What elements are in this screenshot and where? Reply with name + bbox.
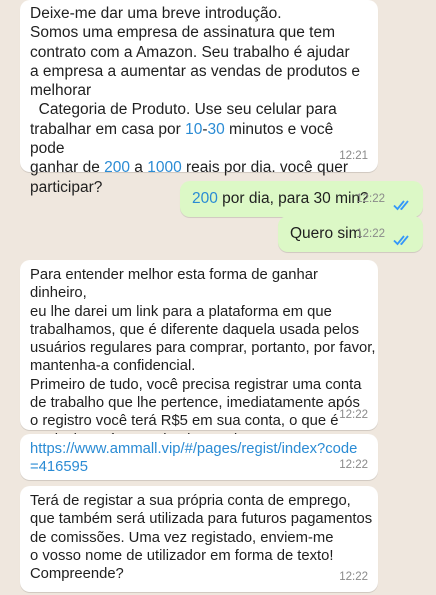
text-segment: Somos uma empresa de assinatura que tem xyxy=(30,24,335,42)
text-segment: eu lhe darei um link para a plataforma e… xyxy=(30,303,332,320)
message-line: contrato com a Amazon. Seu trabalho é aj… xyxy=(30,43,368,62)
chat-conversation: Deixe-me dar uma breve introdução. Somos … xyxy=(0,0,436,595)
number-link[interactable]: 1000 xyxy=(147,159,181,176)
message-timestamp: 12:22 xyxy=(339,408,368,421)
message-text: Deixe-me dar uma breve introdução. Somos … xyxy=(30,4,368,197)
text-segment: a empresa a aumentar as vendas de produt… xyxy=(30,62,361,80)
message-line: trabalhar em casa por 10-30 minutos e vo… xyxy=(30,120,368,159)
text-segment: Quero sim xyxy=(290,225,362,242)
message-text: Terá de registar a sua própria conta de … xyxy=(30,492,378,583)
number-link[interactable]: 10 xyxy=(185,121,202,138)
message-text: Para entender melhor esta forma de ganha… xyxy=(30,266,378,449)
message-line: Para entender melhor esta forma de ganha… xyxy=(30,266,378,303)
text-segment: ganhar de xyxy=(30,159,105,177)
text-segment: trabalhamos, que é diferente daquela usa… xyxy=(30,321,360,338)
message-line: ganhar de 200 a 1000 reais por dia. você… xyxy=(30,158,368,177)
url-link[interactable]: https://www.ammall.vip/#/pages/regist/in… xyxy=(30,441,357,457)
message-line: Categoria de Produto. Use seu celular pa… xyxy=(30,100,368,119)
text-segment: trabalhar em casa por xyxy=(30,120,186,138)
message-bubble-incoming[interactable]: Terá de registar a sua própria conta de … xyxy=(20,486,378,592)
text-segment: Para entender melhor esta forma de ganha… xyxy=(30,267,323,302)
text-segment: Compreende? xyxy=(30,566,124,583)
message-line: o registro você terá R$5 em sua conta, o… xyxy=(30,412,378,430)
message-link[interactable]: https://www.ammall.vip/#/pages/regist/in… xyxy=(30,440,378,477)
message-timestamp: 12:21 xyxy=(339,149,368,162)
message-bubble-incoming[interactable]: Para entender melhor esta forma de ganha… xyxy=(20,260,378,448)
message-line: a empresa a aumentar as vendas de produt… xyxy=(30,62,368,81)
message-line: eu lhe darei um link para a plataforma e… xyxy=(30,303,378,321)
message-bubble-outgoing[interactable]: Quero sim 12:22 xyxy=(278,216,423,252)
message-timestamp: 12:22 xyxy=(339,570,368,583)
text-segment: que também será utilizada para futuros p… xyxy=(30,511,373,528)
message-line: Compreende? xyxy=(30,565,378,583)
text-segment: Terá de registar a sua própria conta de … xyxy=(30,493,351,509)
message-line: o vosso nome de utilizador em forma de t… xyxy=(30,547,378,565)
message-line: =416595 xyxy=(30,458,378,476)
number-link[interactable]: 200 xyxy=(104,159,130,176)
number-link[interactable]: 200 xyxy=(192,190,218,207)
text-segment: mantenha-a confidencial. xyxy=(30,358,196,375)
double-check-read-icon xyxy=(393,235,409,246)
text-segment: contrato com a Amazon. Seu trabalho é aj… xyxy=(30,43,350,61)
message-timestamp: 12:22 xyxy=(356,227,385,240)
double-check-read-icon xyxy=(393,200,409,211)
url-link[interactable]: =416595 xyxy=(30,459,88,475)
message-line: https://www.ammall.vip/#/pages/regist/in… xyxy=(30,440,378,458)
text-segment: reais por dia. você quer xyxy=(181,159,349,177)
text-segment: usuários regulares para comprar, portant… xyxy=(30,340,376,357)
message-line: Somos uma empresa de assinatura que tem xyxy=(30,23,368,42)
text-segment: Primeiro de tudo, você precisa registrar… xyxy=(30,376,362,393)
text-segment: Deixe-me dar uma breve introdução. xyxy=(30,5,282,22)
text-segment: o vosso nome de utilizador em forma de t… xyxy=(30,547,334,564)
text-segment: o registro você terá R$5 em sua conta, o… xyxy=(30,413,339,430)
message-timestamp: 12:22 xyxy=(356,192,385,205)
text-segment: melhorar xyxy=(30,82,92,100)
message-line: trabalhamos, que é diferente daquela usa… xyxy=(30,321,378,339)
message-line: 200 por dia, para 30 min? xyxy=(192,189,423,208)
message-bubble-incoming[interactable]: https://www.ammall.vip/#/pages/regist/in… xyxy=(20,434,378,480)
text-segment: por dia, para 30 min? xyxy=(217,190,369,207)
message-line: de comissões. Uma vez registado, enviem-… xyxy=(30,529,378,547)
message-bubble-incoming[interactable]: Deixe-me dar uma breve introdução. Somos … xyxy=(20,0,378,196)
message-line: melhorar xyxy=(30,81,368,100)
message-bubble-outgoing[interactable]: 200 por dia, para 30 min? 12:22 xyxy=(180,181,423,217)
text-segment: Categoria de Produto. Use seu celular pa… xyxy=(30,101,337,119)
message-line: que também será utilizada para futuros p… xyxy=(30,510,378,528)
text-segment: a xyxy=(130,159,148,177)
message-line: de trabalho que lhe pertence, imediatame… xyxy=(30,394,378,412)
text-segment: de comissões. Uma vez registado, enviem-… xyxy=(30,529,334,546)
message-line: Deixe-me dar uma breve introdução. xyxy=(30,4,368,23)
message-line: mantenha-a confidencial. xyxy=(30,357,378,375)
text-segment: participar? xyxy=(30,178,103,196)
number-link[interactable]: 30 xyxy=(208,121,225,138)
text-segment: de trabalho que lhe pertence, imediatame… xyxy=(30,395,360,412)
message-timestamp: 12:22 xyxy=(339,458,368,471)
message-line: Primeiro de tudo, você precisa registrar… xyxy=(30,376,378,394)
message-line: usuários regulares para comprar, portant… xyxy=(30,339,378,357)
message-line: Terá de registar a sua própria conta de … xyxy=(30,492,378,510)
message-text: 200 por dia, para 30 min? xyxy=(192,189,423,208)
